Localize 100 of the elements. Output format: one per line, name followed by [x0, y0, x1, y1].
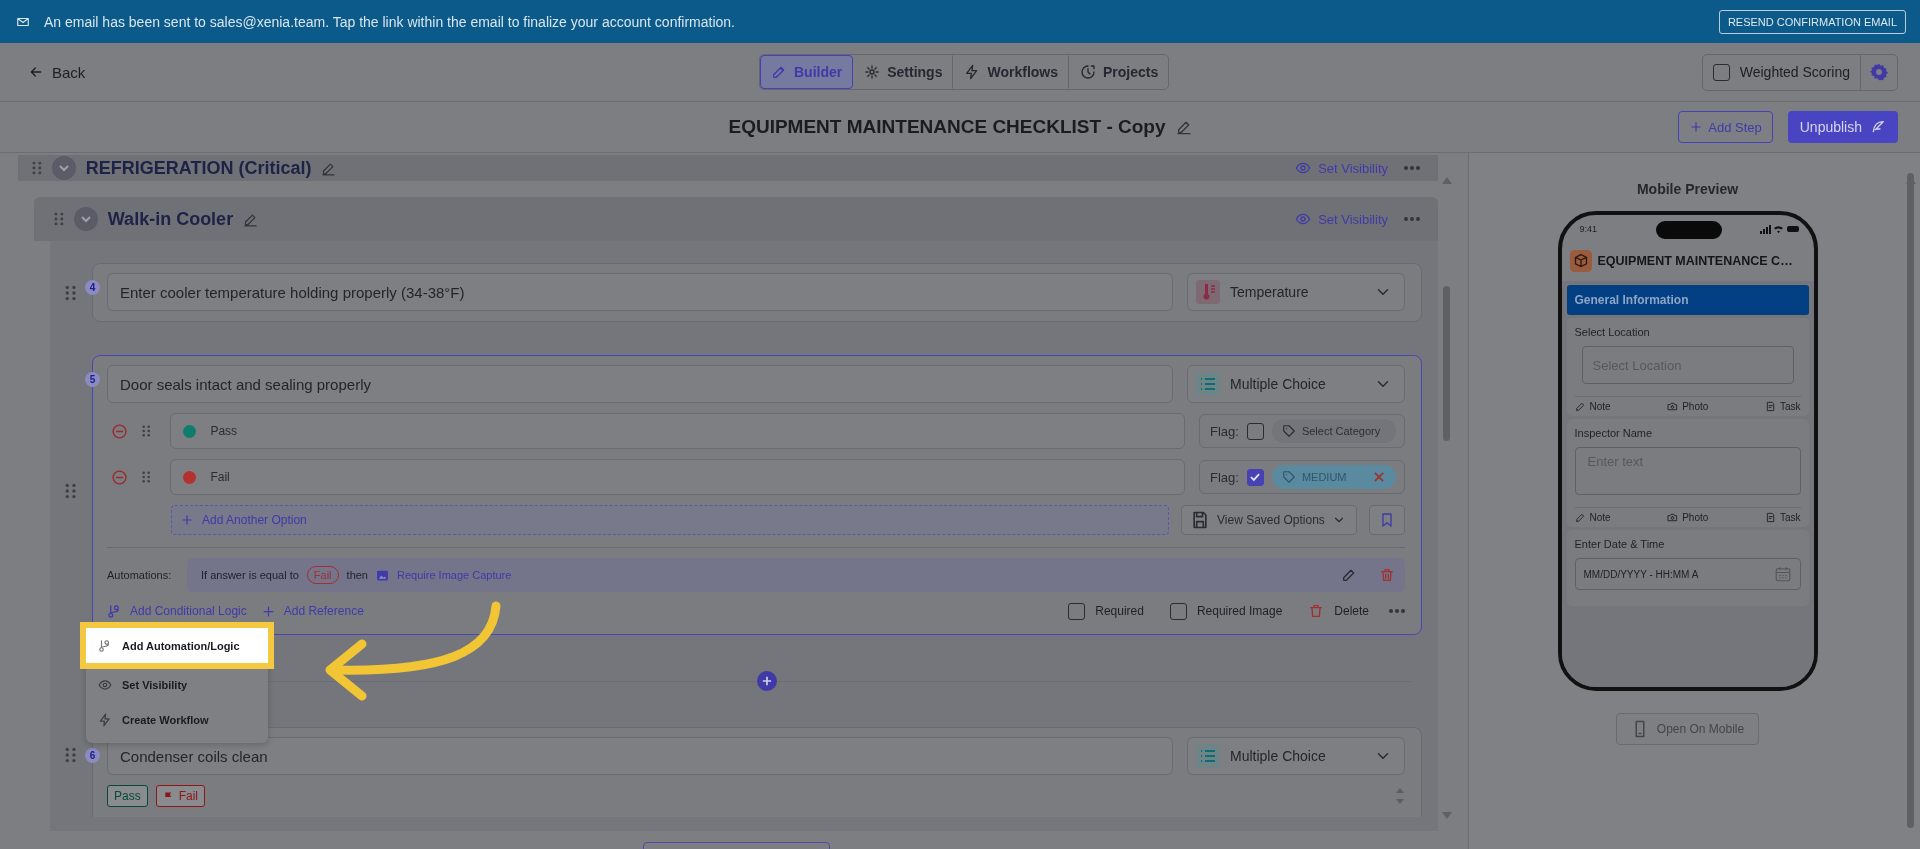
collapse-icon[interactable] — [73, 207, 98, 231]
field-action[interactable]: Task — [1764, 401, 1801, 412]
question-number: 4 — [85, 280, 100, 295]
option-field[interactable]: Fail — [170, 459, 1185, 495]
pencil-icon — [1341, 567, 1357, 583]
save-icon — [1190, 510, 1210, 530]
drag-handle-icon[interactable] — [54, 212, 64, 226]
back-button[interactable]: Back — [22, 62, 92, 82]
plus-icon — [1689, 120, 1704, 134]
eye-icon — [98, 677, 112, 692]
menu-item[interactable]: Create Workflow — [86, 702, 268, 737]
open-on-mobile-button[interactable]: Open On Mobile — [1615, 713, 1760, 745]
field-action[interactable]: Note — [1574, 512, 1611, 523]
rule-action: Require Image Capture — [397, 569, 512, 581]
question-type-select[interactable]: Multiple Choice — [1187, 365, 1405, 403]
tab[interactable]: Settings — [853, 55, 954, 89]
flag-label: Flag: — [1210, 469, 1239, 485]
note-icon — [1574, 512, 1586, 523]
tab[interactable]: Builder — [760, 55, 854, 89]
question-field[interactable]: Condenser coils clean — [107, 737, 1173, 775]
field-action[interactable]: Task — [1764, 512, 1801, 523]
answer-chip: Pass — [107, 785, 148, 807]
category-select[interactable]: Select Category — [1271, 419, 1396, 443]
box-icon — [1569, 250, 1592, 272]
eye-icon — [1295, 160, 1312, 176]
collapse-icon[interactable] — [51, 156, 76, 180]
field-action[interactable]: Note — [1574, 401, 1611, 412]
more-icon[interactable] — [1404, 217, 1420, 221]
settings-icon — [864, 64, 881, 80]
edit-icon — [771, 64, 787, 80]
field-label: Enter Date & Time — [1574, 538, 1666, 550]
status-icons — [1759, 224, 1800, 234]
question-type-select[interactable]: Multiple Choice — [1187, 737, 1405, 775]
task-icon — [1764, 401, 1776, 412]
plus-icon — [260, 603, 276, 619]
checkbox[interactable] — [1169, 602, 1187, 620]
banner-message: An email has been sent to sales@xenia.team. Tap the link within the email to finalize your account confirmation. — [44, 13, 736, 30]
field-action[interactable]: Photo — [1667, 401, 1709, 412]
preview-heading: Mobile Preview — [1636, 181, 1739, 197]
notch — [1655, 221, 1722, 239]
branch-icon — [98, 638, 112, 653]
plus-icon — [180, 513, 194, 527]
question-link[interactable]: Add Conditional Logic — [107, 603, 247, 619]
checkbox[interactable] — [1246, 468, 1264, 486]
add-option-button[interactable]: Add Another Option — [171, 505, 1169, 535]
field-label: Select Location — [1574, 326, 1651, 338]
menu-item[interactable]: Set Visibility — [86, 667, 268, 702]
note-icon — [1574, 401, 1586, 412]
drag-handle-icon[interactable] — [65, 285, 77, 301]
arrow-left-icon — [28, 64, 44, 80]
pencil-icon — [321, 160, 337, 176]
section-title: REFRIGERATION (Critical) — [85, 157, 312, 179]
bookmark-icon — [1379, 512, 1395, 528]
question-field[interactable]: Door seals intact and sealing properly — [107, 365, 1173, 403]
rule-text: If answer is equal to — [201, 569, 299, 581]
tag-icon — [1281, 424, 1296, 438]
add-question-button[interactable] — [757, 671, 777, 691]
lightning-icon — [98, 712, 112, 727]
close-icon[interactable] — [1372, 470, 1386, 484]
field-action[interactable]: Photo — [1667, 512, 1709, 523]
saved-options-dropdown[interactable]: View Saved Options — [1181, 505, 1357, 535]
checkbox[interactable] — [1068, 602, 1086, 620]
bookmark-button[interactable] — [1369, 505, 1405, 535]
calendar-icon — [1773, 565, 1792, 583]
question-number: 5 — [85, 372, 100, 387]
add-step-button[interactable]: Add Step — [1678, 111, 1773, 143]
more-icon[interactable] — [1404, 166, 1420, 170]
drag-handle-icon[interactable] — [32, 161, 42, 175]
tag-icon — [1281, 470, 1296, 484]
drag-handle-icon[interactable] — [142, 425, 151, 437]
list-icon — [1196, 744, 1220, 768]
clock-icon — [1080, 64, 1096, 80]
unpublish-button[interactable]: Unpublish — [1787, 111, 1898, 143]
option-field[interactable]: Pass — [170, 413, 1185, 449]
pencil-icon — [1175, 119, 1192, 135]
rule-text: then — [346, 569, 368, 581]
remove-icon — [111, 468, 128, 486]
question-number: 6 — [85, 748, 100, 763]
feather-icon — [1870, 119, 1886, 135]
branch-icon — [107, 603, 122, 619]
checkbox[interactable] — [1246, 422, 1264, 440]
tab[interactable]: Workflows — [953, 55, 1069, 89]
tab[interactable]: Projects — [1069, 55, 1169, 89]
form-title: EQUIPMENT MAINTENANCE C… — [1597, 254, 1793, 268]
drag-handle-icon[interactable] — [142, 471, 151, 483]
required-checkbox[interactable]: Required — [1062, 602, 1150, 620]
list-icon — [1196, 372, 1220, 396]
date-time-field[interactable]: MM/DD/YYYY - HH:MM A — [1574, 558, 1801, 590]
required-image-checkbox[interactable]: Required Image — [1163, 602, 1289, 620]
checkbox[interactable] — [1712, 63, 1730, 81]
delete-button[interactable]: Delete — [1302, 603, 1375, 619]
image-icon — [376, 568, 389, 582]
camera-icon — [1667, 401, 1679, 412]
drag-handle-icon[interactable] — [65, 747, 77, 763]
question-link[interactable]: Add Reference — [260, 603, 364, 619]
resend-button[interactable]: RESEND CONFIRMATION EMAIL — [1718, 9, 1906, 34]
drag-handle-icon[interactable] — [65, 483, 77, 499]
question-type-select[interactable]: Temperature — [1187, 273, 1405, 311]
question-field[interactable]: Enter cooler temperature holding properly (34-38°F) — [107, 273, 1173, 311]
more-icon[interactable] — [1389, 609, 1405, 613]
